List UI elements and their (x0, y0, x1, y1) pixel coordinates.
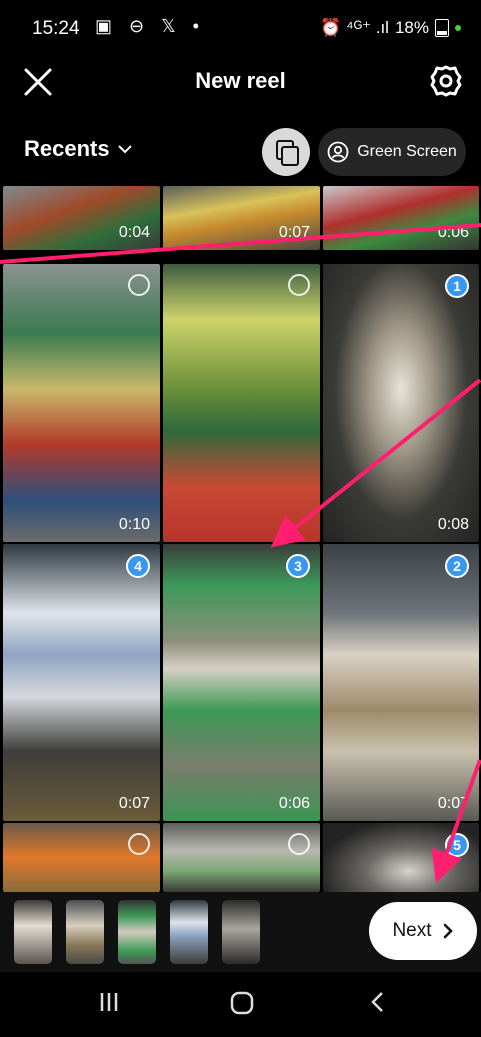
video-duration: 0:04 (118, 224, 150, 241)
camera-indicator-icon (455, 25, 461, 31)
media-grid: 0:04 0:07 0:06 0:10 1 0:08 4 0:07 3 0:06… (3, 186, 479, 892)
status-time: 15:24 (32, 18, 80, 39)
status-bar: 15:24 ▣ ⊖ 𝕏 • ⏰ ⁴ᴳ⁺ .ıl 18% (0, 0, 481, 56)
selection-order-badge[interactable]: 4 (126, 554, 150, 578)
media-item[interactable] (163, 823, 320, 892)
selected-thumbnail[interactable] (170, 900, 208, 964)
chevron-down-icon (117, 145, 132, 154)
select-circle-icon[interactable] (288, 274, 310, 296)
media-item[interactable]: 1 0:08 (323, 264, 479, 542)
toolbar: Recents Green Screen (0, 124, 481, 180)
media-item[interactable]: 4 0:07 (3, 544, 160, 821)
video-duration: 0:08 (437, 516, 469, 533)
next-button[interactable]: Next (369, 902, 477, 960)
page-title: New reel (195, 68, 286, 93)
selected-thumbnail[interactable] (118, 900, 156, 964)
media-item[interactable] (163, 264, 320, 542)
green-screen-button[interactable]: Green Screen (318, 128, 466, 176)
album-selector[interactable]: Recents (24, 136, 134, 162)
gear-icon[interactable] (429, 64, 463, 98)
media-item[interactable]: 0:10 (3, 264, 160, 542)
selection-order-badge[interactable]: 2 (445, 554, 469, 578)
video-duration: 0:10 (118, 516, 150, 533)
header: New reel (0, 56, 481, 108)
back-icon[interactable] (368, 990, 388, 1014)
video-duration: 0:06 (278, 795, 310, 812)
chevron-right-icon (443, 923, 453, 939)
select-circle-icon[interactable] (128, 274, 150, 296)
media-item[interactable]: 5 (323, 823, 479, 892)
media-item[interactable]: 0:04 (3, 186, 160, 250)
recent-apps-icon[interactable] (97, 990, 121, 1014)
select-circle-icon[interactable] (288, 833, 310, 855)
video-duration: 0:07 (118, 795, 150, 812)
selected-thumbnail[interactable] (14, 900, 52, 964)
selected-thumbnail[interactable] (222, 900, 260, 964)
media-item[interactable]: 2 0:07 (323, 544, 479, 821)
home-icon[interactable] (229, 990, 255, 1016)
status-right: ⏰ ⁴ᴳ⁺ .ıl 18% (320, 18, 461, 38)
media-item[interactable]: 0:06 (323, 186, 479, 250)
selected-thumbnail[interactable] (66, 900, 104, 964)
person-icon (327, 141, 349, 163)
video-duration: 0:07 (278, 224, 310, 241)
media-item[interactable]: 0:07 (163, 186, 320, 250)
selection-order-badge[interactable]: 1 (445, 274, 469, 298)
select-circle-icon[interactable] (128, 833, 150, 855)
system-nav-bar (0, 972, 481, 1037)
notification-icons: ▣ ⊖ 𝕏 • (95, 16, 205, 36)
video-duration: 0:07 (437, 795, 469, 812)
green-screen-label: Green Screen (357, 143, 457, 160)
multi-select-button[interactable] (262, 128, 310, 176)
selection-order-badge[interactable]: 5 (445, 833, 469, 857)
next-label: Next (392, 920, 432, 941)
video-duration: 0:06 (437, 224, 469, 241)
selection-order-badge[interactable]: 3 (286, 554, 310, 578)
battery-percent: 18% (394, 18, 429, 37)
album-label: Recents (24, 136, 110, 161)
signal-icons: ⏰ ⁴ᴳ⁺ .ıl (320, 18, 389, 37)
battery-icon (435, 19, 449, 37)
media-item[interactable]: 3 0:06 (163, 544, 320, 821)
selected-tray: Next (0, 892, 481, 972)
media-item[interactable] (3, 823, 160, 892)
